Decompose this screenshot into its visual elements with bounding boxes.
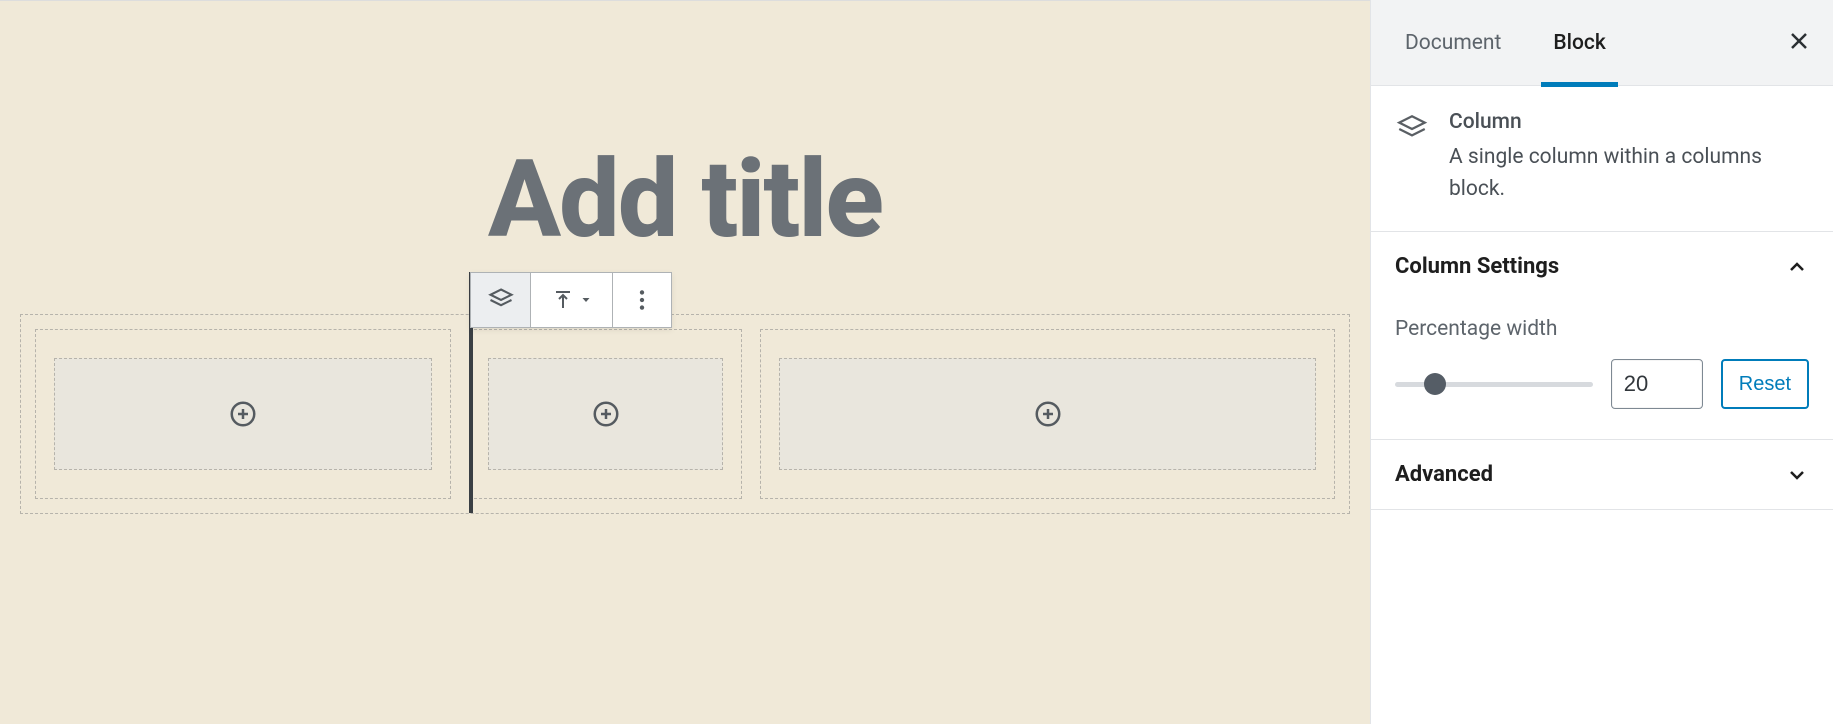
panel-title: Column Settings bbox=[1395, 254, 1559, 279]
column-block-selected[interactable] bbox=[469, 329, 742, 499]
add-block-icon bbox=[591, 399, 621, 429]
slider-thumb[interactable] bbox=[1424, 373, 1446, 395]
block-description-text: A single column within a columns block. bbox=[1449, 142, 1809, 205]
block-appender[interactable] bbox=[54, 358, 432, 470]
block-appender[interactable] bbox=[488, 358, 723, 470]
add-block-icon bbox=[1033, 399, 1063, 429]
editor-canvas: Add title bbox=[0, 0, 1370, 724]
percentage-width-input[interactable] bbox=[1611, 359, 1703, 409]
chevron-down-icon bbox=[1785, 463, 1809, 487]
percentage-width-slider[interactable] bbox=[1395, 382, 1593, 387]
columns-block[interactable] bbox=[20, 314, 1350, 514]
block-appender[interactable] bbox=[779, 358, 1316, 470]
column-icon bbox=[487, 286, 515, 314]
vertical-align-button[interactable] bbox=[531, 273, 613, 327]
panel-column-settings-toggle[interactable]: Column Settings bbox=[1371, 232, 1833, 301]
panel-title: Advanced bbox=[1395, 462, 1493, 487]
tab-block[interactable]: Block bbox=[1527, 0, 1631, 86]
settings-sidebar: Document Block Column A single column wi… bbox=[1370, 0, 1833, 724]
block-name: Column bbox=[1449, 110, 1809, 134]
close-icon bbox=[1787, 29, 1811, 53]
align-top-icon bbox=[551, 288, 575, 312]
reset-button[interactable]: Reset bbox=[1721, 359, 1809, 409]
post-title-input[interactable]: Add title bbox=[0, 146, 1370, 254]
column-icon bbox=[1395, 112, 1429, 205]
more-options-button[interactable] bbox=[613, 273, 671, 327]
column-block[interactable] bbox=[760, 329, 1335, 499]
panel-advanced-toggle[interactable]: Advanced bbox=[1371, 440, 1833, 510]
block-toolbar bbox=[470, 272, 672, 328]
column-block[interactable] bbox=[35, 329, 451, 499]
percentage-width-label: Percentage width bbox=[1395, 317, 1809, 341]
close-sidebar-button[interactable] bbox=[1787, 29, 1811, 57]
dropdown-caret-icon bbox=[580, 294, 592, 306]
panel-column-settings-body: Percentage width Reset bbox=[1371, 301, 1833, 439]
block-description: Column A single column within a columns … bbox=[1371, 86, 1833, 232]
tab-document[interactable]: Document bbox=[1379, 0, 1527, 86]
chevron-up-icon bbox=[1785, 255, 1809, 279]
add-block-icon bbox=[228, 399, 258, 429]
block-type-button[interactable] bbox=[471, 273, 531, 327]
sidebar-tabs: Document Block bbox=[1371, 0, 1833, 86]
more-vertical-icon bbox=[629, 287, 655, 313]
